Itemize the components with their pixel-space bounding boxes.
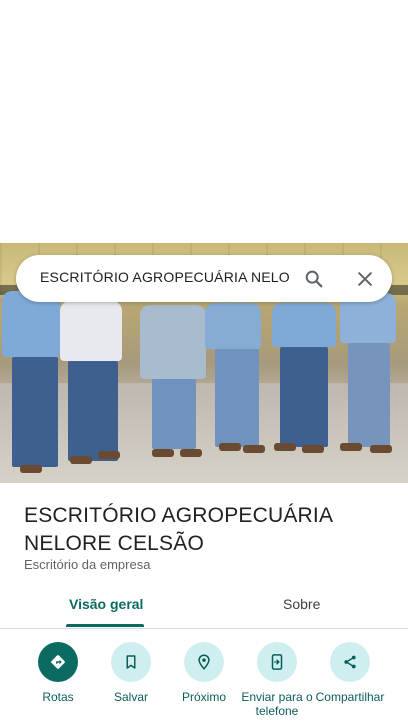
nearby-button[interactable]: Próximo bbox=[164, 642, 244, 704]
map-area[interactable] bbox=[0, 0, 408, 243]
tab-overview[interactable]: Visão geral bbox=[69, 596, 143, 612]
send-to-phone-icon bbox=[271, 654, 283, 670]
tab-bar: Visão geral Sobre bbox=[0, 586, 408, 629]
send-to-phone-label: Enviar para o telefone bbox=[241, 690, 313, 718]
tab-selected-indicator bbox=[66, 624, 144, 627]
directions-button[interactable]: Rotas bbox=[18, 642, 98, 704]
place-category: Escritório da empresa bbox=[24, 557, 151, 572]
directions-label: Rotas bbox=[42, 690, 74, 704]
send-to-phone-button[interactable]: Enviar para o telefone bbox=[237, 642, 317, 718]
save-button[interactable]: Salvar bbox=[91, 642, 171, 704]
search-icon[interactable] bbox=[300, 265, 328, 293]
place-title-line: NELORE CELSÃO bbox=[24, 532, 204, 555]
search-input[interactable]: ESCRITÓRIO AGROPECUÁRIA NELO bbox=[40, 269, 290, 285]
place-title: ESCRITÓRIO AGROPECUÁRIA NELORE CELSÃO bbox=[24, 502, 364, 558]
tab-about[interactable]: Sobre bbox=[283, 596, 320, 612]
share-label: Compartilhar bbox=[315, 690, 385, 704]
search-box[interactable]: ESCRITÓRIO AGROPECUÁRIA NELO bbox=[16, 255, 392, 302]
close-icon[interactable] bbox=[351, 265, 379, 293]
save-label: Salvar bbox=[113, 690, 148, 704]
share-button[interactable]: Compartilhar bbox=[310, 642, 390, 718]
share-icon bbox=[344, 655, 356, 669]
place-title-line: ESCRITÓRIO AGROPECUÁRIA bbox=[24, 504, 334, 527]
floor bbox=[0, 383, 408, 483]
nearby-icon bbox=[198, 654, 210, 670]
directions-icon bbox=[51, 655, 65, 669]
action-bar: Rotas Salvar Próximo Enviar para o telef… bbox=[0, 642, 408, 726]
bookmark-icon bbox=[126, 655, 136, 669]
nearby-label: Próximo bbox=[181, 690, 226, 704]
